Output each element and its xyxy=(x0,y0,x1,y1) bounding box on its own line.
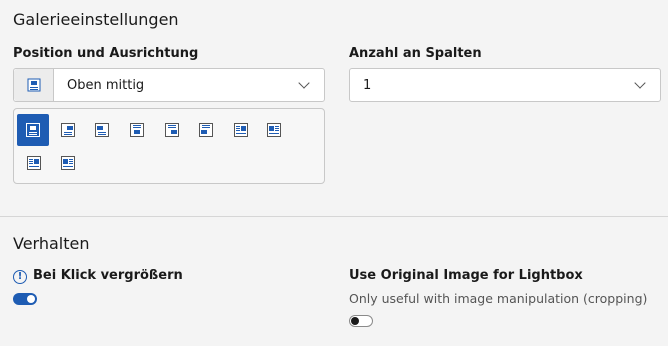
columns-label: Anzahl an Spalten xyxy=(349,46,482,61)
position-label: Position und Ausrichtung xyxy=(13,46,199,61)
toggle-knob xyxy=(27,295,35,303)
zoom-label: Bei Klick vergrößern xyxy=(33,268,183,283)
position-option-10[interactable] xyxy=(52,147,84,179)
intext-right-icon xyxy=(234,123,248,137)
position-option-9[interactable] xyxy=(18,147,50,179)
zoom-toggle[interactable] xyxy=(13,293,37,305)
position-option-3[interactable] xyxy=(86,114,118,146)
top-left-icon xyxy=(95,123,109,137)
bottom-center-icon xyxy=(130,123,144,137)
behavior-section-title: Verhalten xyxy=(13,234,90,253)
position-select[interactable]: Oben mittig xyxy=(13,68,325,102)
top-center-icon xyxy=(26,123,40,137)
columns-select-value: 1 xyxy=(363,77,372,93)
intext-left-nowrap-icon xyxy=(61,156,75,170)
position-select-value: Oben mittig xyxy=(67,77,145,93)
gallery-section-title: Galerieeinstellungen xyxy=(13,10,179,29)
position-option-7[interactable] xyxy=(225,114,257,146)
position-option-5[interactable] xyxy=(156,114,188,146)
top-right-icon xyxy=(61,123,75,137)
position-option-1[interactable] xyxy=(17,114,49,146)
lightbox-label: Use Original Image for Lightbox xyxy=(349,268,583,283)
intext-left-icon xyxy=(267,123,281,137)
toggle-knob xyxy=(351,317,359,325)
bottom-right-icon xyxy=(165,123,179,137)
intext-right-nowrap-icon xyxy=(27,156,41,170)
position-preview-icon xyxy=(14,69,54,101)
chevron-down-icon xyxy=(298,77,310,89)
bottom-left-icon xyxy=(199,123,213,137)
lightbox-description: Only useful with image manipulation (cro… xyxy=(349,291,648,306)
columns-select[interactable]: 1 xyxy=(349,68,661,102)
position-option-8[interactable] xyxy=(258,114,290,146)
position-option-2[interactable] xyxy=(52,114,84,146)
info-icon[interactable]: ! xyxy=(13,270,27,284)
position-option-6[interactable] xyxy=(190,114,222,146)
lightbox-toggle[interactable] xyxy=(349,315,373,327)
section-divider xyxy=(0,216,668,217)
chevron-down-icon xyxy=(634,77,646,89)
position-options-panel xyxy=(13,108,325,184)
position-option-4[interactable] xyxy=(121,114,153,146)
